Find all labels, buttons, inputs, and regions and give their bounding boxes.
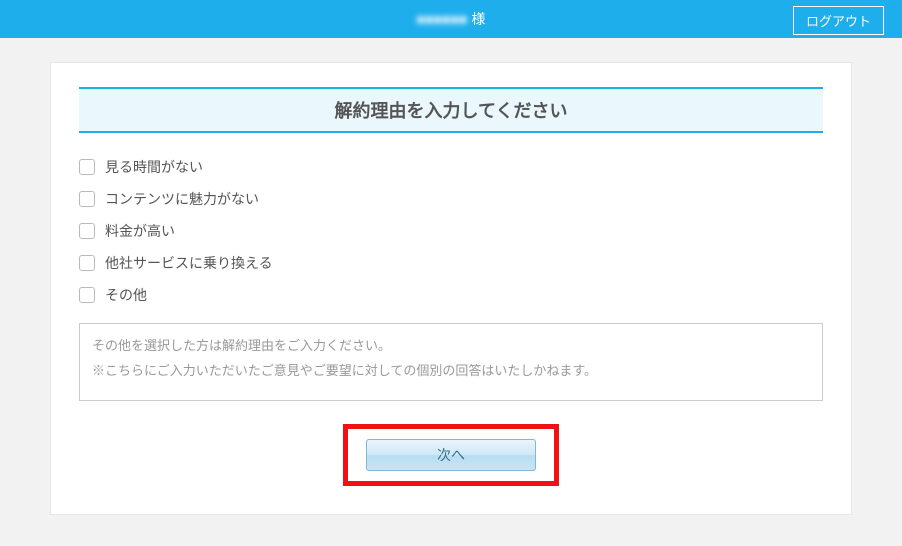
next-button[interactable]: 次へ xyxy=(366,439,536,471)
option-row-content[interactable]: コンテンツに魅力がない xyxy=(79,189,823,209)
option-label: 見る時間がない xyxy=(105,157,203,177)
cancellation-form-card: 解約理由を入力してください 見る時間がない コンテンツに魅力がない 料金が高い … xyxy=(50,62,852,515)
form-title-bar: 解約理由を入力してください xyxy=(79,87,823,133)
option-row-price[interactable]: 料金が高い xyxy=(79,221,823,241)
option-row-switch[interactable]: 他社サービスに乗り換える xyxy=(79,253,823,273)
logout-button[interactable]: ログアウト xyxy=(793,6,884,35)
checkbox-no-time[interactable] xyxy=(79,159,95,175)
option-label: 他社サービスに乗り換える xyxy=(105,253,273,273)
checkbox-other[interactable] xyxy=(79,287,95,303)
header-bar: ■■■■■■様 ログアウト xyxy=(0,0,902,38)
other-reason-textarea[interactable] xyxy=(79,323,823,401)
checkbox-price[interactable] xyxy=(79,223,95,239)
option-label: その他 xyxy=(105,285,147,305)
reason-options: 見る時間がない コンテンツに魅力がない 料金が高い 他社サービスに乗り換える そ… xyxy=(79,157,823,305)
option-label: コンテンツに魅力がない xyxy=(105,189,259,209)
checkbox-content[interactable] xyxy=(79,191,95,207)
button-row: 次へ xyxy=(79,406,823,486)
option-label: 料金が高い xyxy=(105,221,175,241)
user-name-blurred: ■■■■■■ xyxy=(417,11,468,27)
checkbox-switch[interactable] xyxy=(79,255,95,271)
form-title: 解約理由を入力してください xyxy=(79,97,823,123)
option-row-no-time[interactable]: 見る時間がない xyxy=(79,157,823,177)
next-button-highlight: 次へ xyxy=(343,424,559,486)
header-user-label: ■■■■■■様 xyxy=(417,9,486,29)
option-row-other[interactable]: その他 xyxy=(79,285,823,305)
user-suffix: 様 xyxy=(471,11,485,27)
